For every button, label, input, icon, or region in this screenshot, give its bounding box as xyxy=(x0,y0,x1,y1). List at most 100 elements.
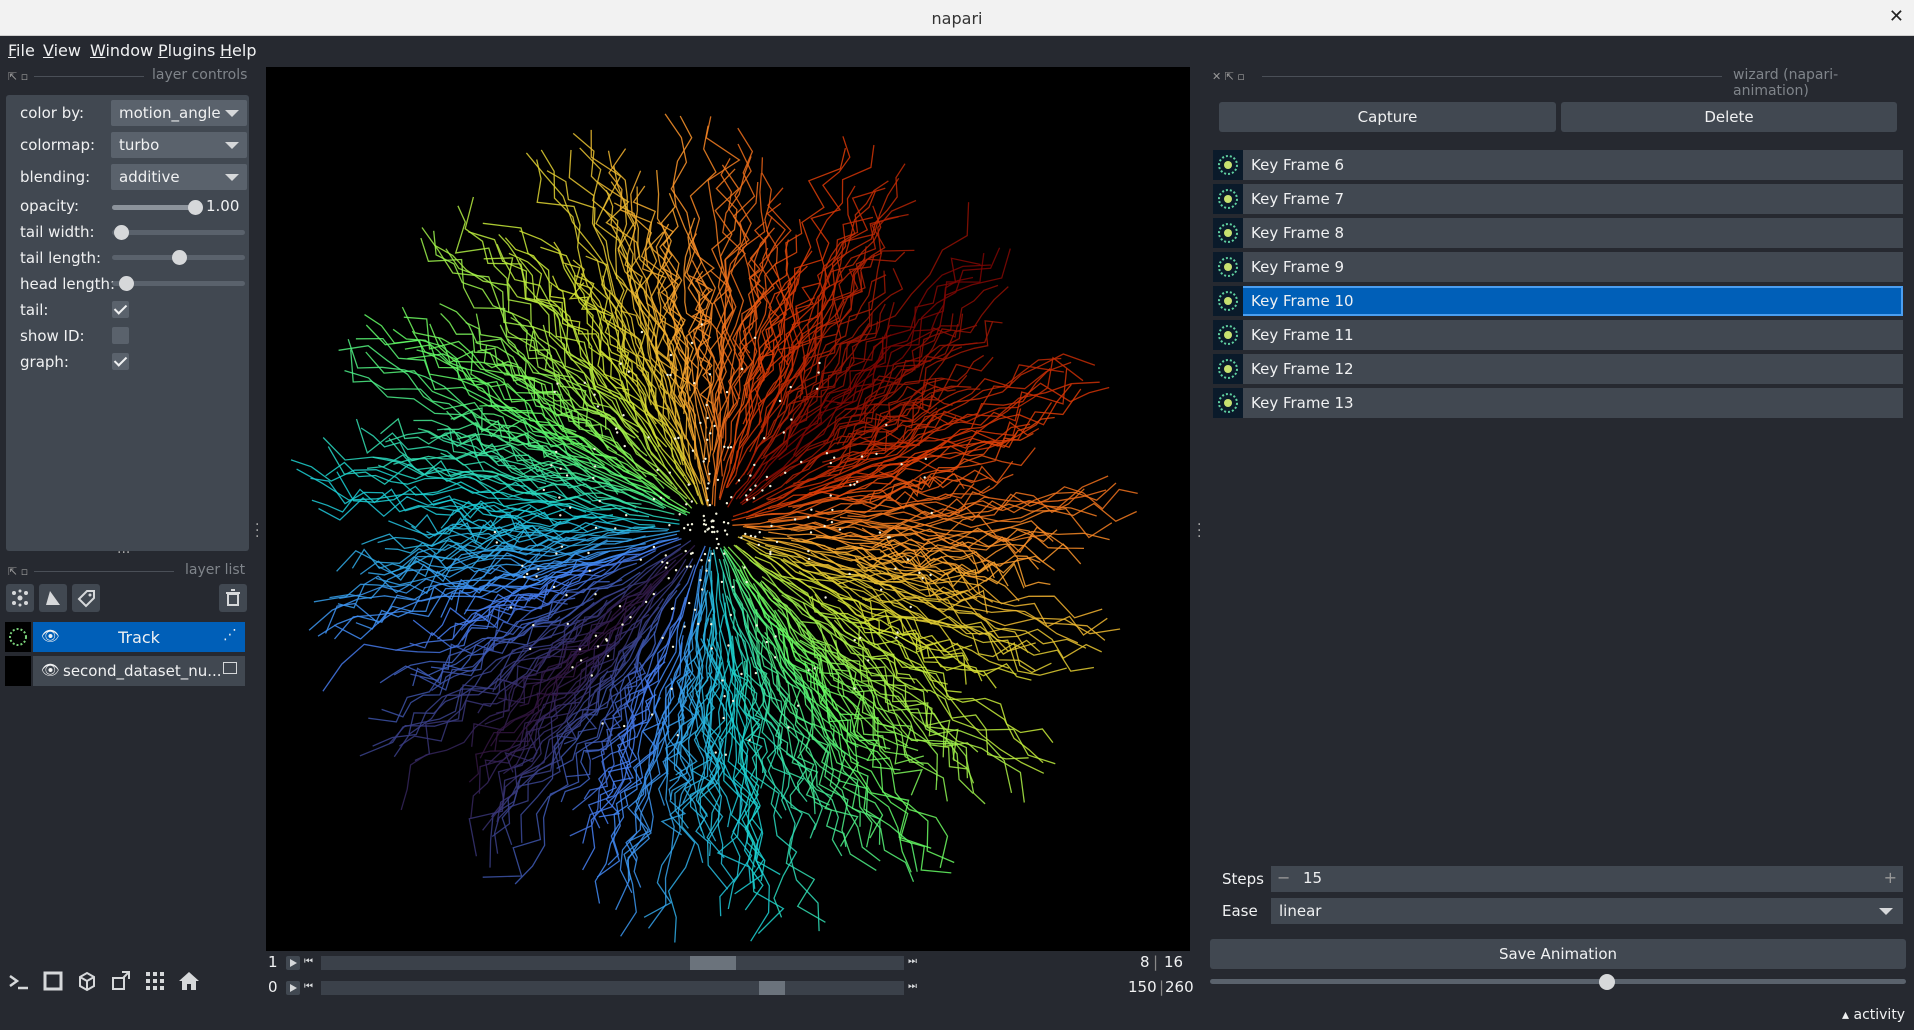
keyframe-row[interactable]: Key Frame 10 xyxy=(1213,286,1903,316)
track-point xyxy=(721,679,724,682)
color-by-label: color by: xyxy=(20,104,85,122)
dims-total-0: 260 xyxy=(1165,978,1194,996)
menu-window[interactable]: Window xyxy=(90,41,153,60)
roll-dims-button[interactable] xyxy=(72,966,102,996)
track-point xyxy=(725,533,729,536)
new-shapes-layer-button[interactable] xyxy=(39,584,67,612)
keyframe-row[interactable]: Key Frame 11 xyxy=(1213,320,1903,350)
keyframe-row[interactable]: Key Frame 7 xyxy=(1213,184,1903,214)
step-back-icon[interactable]: ⏮ xyxy=(304,956,314,970)
new-labels-layer-button[interactable] xyxy=(72,584,100,612)
track-point xyxy=(787,726,790,729)
grid-view-button[interactable] xyxy=(140,966,170,996)
track-point xyxy=(731,585,735,589)
layer-row-track[interactable]: 👁 Track ⋰ xyxy=(33,622,245,652)
tail-length-slider-handle[interactable] xyxy=(172,250,187,265)
console-button[interactable] xyxy=(4,966,34,996)
track-point xyxy=(769,550,772,554)
dock-float-icon[interactable]: ⇱ ▫ xyxy=(8,565,28,578)
steps-spinbox[interactable]: − 15 + xyxy=(1271,866,1903,892)
track-point xyxy=(705,569,708,572)
dims-current-0[interactable]: 150 xyxy=(1128,978,1157,996)
colormap-combo[interactable]: turbo xyxy=(111,132,247,158)
eye-icon[interactable]: 👁 xyxy=(41,661,60,679)
save-animation-button[interactable]: Save Animation xyxy=(1210,939,1906,969)
steps-value[interactable]: 15 xyxy=(1303,869,1322,887)
dims-slider-1-handle[interactable] xyxy=(690,956,736,970)
color-by-combo[interactable]: motion_angle xyxy=(111,100,247,126)
minus-icon[interactable]: − xyxy=(1277,868,1290,887)
track-point xyxy=(769,484,772,488)
keyframe-row[interactable]: Key Frame 6 xyxy=(1213,150,1903,180)
delete-layer-button[interactable] xyxy=(219,584,247,612)
track-point xyxy=(708,472,711,476)
console-icon xyxy=(9,974,28,990)
right-splitter-handle[interactable]: · · · xyxy=(1197,518,1201,544)
dims-slider-0[interactable] xyxy=(321,981,904,995)
dims-slider-1[interactable] xyxy=(321,956,904,970)
activity-indicator[interactable]: ▴ activity xyxy=(1842,1007,1905,1023)
track-point xyxy=(725,390,729,394)
show-id-label: show ID: xyxy=(20,327,85,345)
track-point xyxy=(667,577,670,580)
dims-slider-row-0: 0 ⏮ ⏭ 150 | 260 xyxy=(266,978,1194,998)
play-button[interactable] xyxy=(286,981,300,995)
opacity-value[interactable]: 1.00 xyxy=(206,197,239,215)
menu-file[interactable]: File xyxy=(8,41,35,60)
plus-icon[interactable]: + xyxy=(1884,868,1897,887)
tail-width-slider-handle[interactable] xyxy=(114,225,129,240)
track-point xyxy=(723,445,726,448)
track-point xyxy=(753,463,756,467)
track-point xyxy=(537,568,540,571)
blending-combo[interactable]: additive xyxy=(111,164,247,190)
reset-view-button[interactable] xyxy=(174,966,204,996)
keyframe-row[interactable]: Key Frame 8 xyxy=(1213,218,1903,248)
animation-frame-slider-handle[interactable] xyxy=(1599,974,1615,990)
new-points-layer-button[interactable] xyxy=(6,584,34,612)
keyframe-row[interactable]: Key Frame 13 xyxy=(1213,388,1903,418)
ndisplay-toggle-button[interactable] xyxy=(38,966,68,996)
step-back-icon[interactable]: ⏮ xyxy=(304,981,314,995)
close-window-icon[interactable]: ✕ xyxy=(1889,6,1904,27)
track-point xyxy=(686,523,690,526)
tail-checkbox[interactable] xyxy=(112,301,129,318)
viewer-canvas[interactable] xyxy=(266,67,1190,951)
layer-name-track[interactable]: Track xyxy=(33,628,245,647)
keyframe-row[interactable]: Key Frame 9 xyxy=(1213,252,1903,282)
play-button[interactable] xyxy=(286,956,300,970)
show-id-checkbox[interactable] xyxy=(112,327,129,344)
animation-frame-slider[interactable] xyxy=(1210,979,1906,984)
ease-combo[interactable]: linear xyxy=(1271,898,1903,924)
dock-close-float-icons[interactable]: ✕ ⇱ ▫ xyxy=(1212,70,1245,83)
graph-checkbox[interactable] xyxy=(112,353,129,370)
dims-axis-label: 0 xyxy=(268,978,278,996)
menu-help[interactable]: Help xyxy=(220,41,256,60)
dock-float-icon[interactable]: ⇱ ▫ xyxy=(8,70,28,83)
chevron-down-icon xyxy=(225,142,239,149)
graph-label: graph: xyxy=(20,353,69,371)
step-forward-icon[interactable]: ⏭ xyxy=(908,956,918,970)
opacity-slider-handle[interactable] xyxy=(188,200,203,215)
dims-current-1[interactable]: 8 xyxy=(1140,953,1150,971)
cube-roll-icon xyxy=(79,971,95,992)
dims-slider-0-handle[interactable] xyxy=(759,981,785,995)
layer-name-second-dataset[interactable]: second_dataset_nu... xyxy=(63,662,222,680)
tail-width-slider[interactable] xyxy=(112,230,245,235)
delete-keyframe-button[interactable]: Delete xyxy=(1561,102,1897,132)
menu-view[interactable]: View xyxy=(43,41,81,60)
track-point xyxy=(529,647,532,651)
transpose-dims-button[interactable] xyxy=(106,966,136,996)
head-length-slider-handle[interactable] xyxy=(119,276,134,291)
keyframe-row[interactable]: Key Frame 12 xyxy=(1213,354,1903,384)
track-point xyxy=(711,530,714,534)
left-splitter-handle[interactable]: · · · xyxy=(255,518,259,544)
layer-row-second-dataset[interactable]: 👁 second_dataset_nu... xyxy=(33,656,245,686)
dock-splitter-handle[interactable]: ··· xyxy=(117,545,130,561)
track-point xyxy=(720,580,724,584)
capture-button[interactable]: Capture xyxy=(1219,102,1556,132)
menu-plugins[interactable]: Plugins xyxy=(158,41,215,60)
track-point xyxy=(555,552,558,555)
track-point xyxy=(640,330,644,334)
step-forward-icon[interactable]: ⏭ xyxy=(908,981,918,995)
track-point xyxy=(754,484,757,487)
